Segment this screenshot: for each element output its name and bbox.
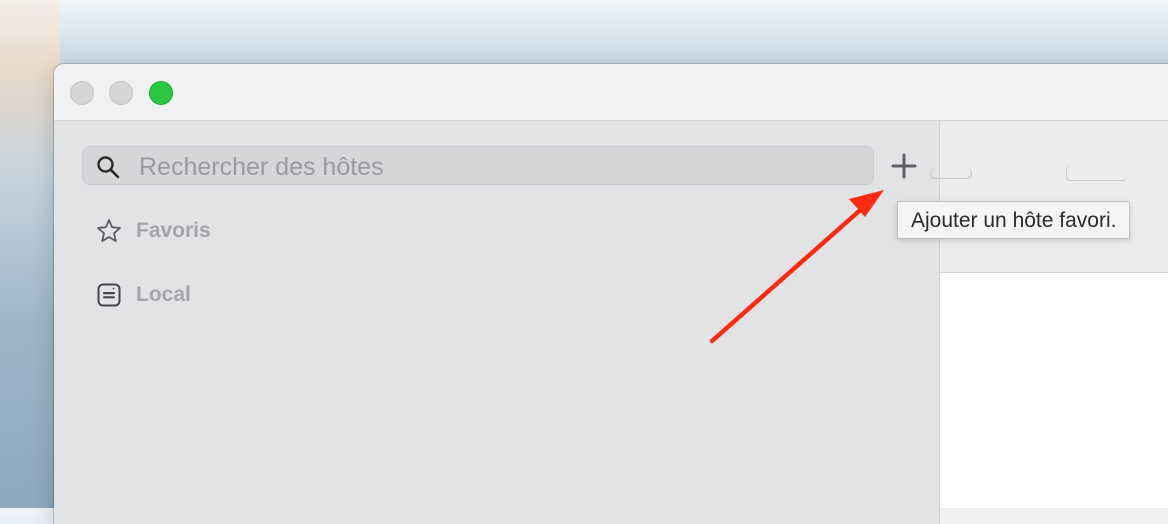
minimize-window-button[interactable]: [109, 81, 133, 105]
star-icon: [97, 219, 121, 243]
maximize-window-button[interactable]: [149, 81, 173, 105]
sidebar: Favoris Local: [54, 121, 940, 524]
content-toolbar-area: [940, 121, 1168, 273]
add-favorite-host-button[interactable]: [889, 151, 919, 181]
sidebar-item-label: Local: [136, 283, 191, 306]
local-network-icon: [97, 283, 121, 307]
search-input[interactable]: [137, 151, 841, 183]
search-icon: [97, 156, 120, 179]
toolbar-control-partial: [1066, 166, 1127, 181]
sidebar-item-favorites[interactable]: Favoris: [96, 216, 211, 246]
sidebar-item-label: Favoris: [136, 219, 211, 242]
sidebar-item-local[interactable]: Local: [96, 280, 191, 310]
close-window-button[interactable]: [70, 81, 94, 105]
plus-icon: [891, 153, 917, 179]
content-area: [940, 273, 1168, 508]
title-bar: [54, 64, 1168, 121]
desktop-background: [0, 0, 60, 508]
tooltip: Ajouter un hôte favori.: [897, 201, 1131, 239]
search-field[interactable]: [82, 146, 874, 185]
toolbar-control-partial: [930, 168, 972, 179]
